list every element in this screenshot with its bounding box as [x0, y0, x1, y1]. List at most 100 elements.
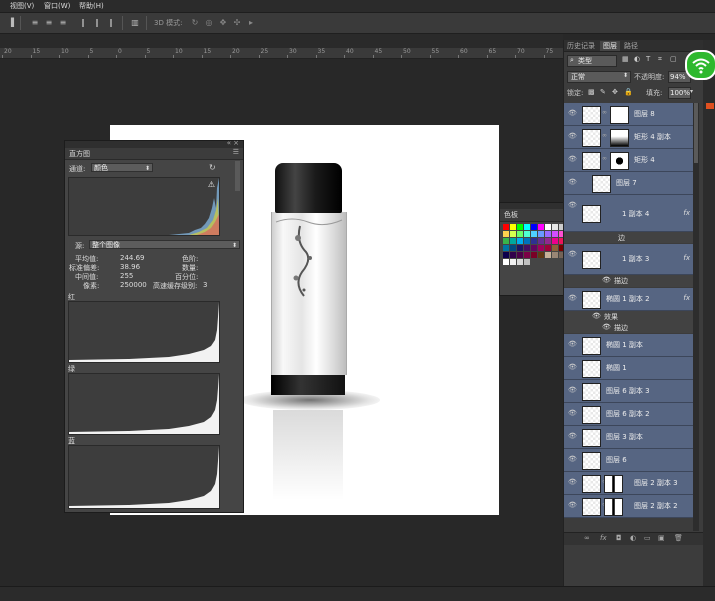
layer-row[interactable]: 👁 图层 7: [564, 172, 694, 195]
tab-histogram[interactable]: 直方图: [69, 149, 90, 159]
color-swatch[interactable]: [531, 231, 537, 237]
color-swatch[interactable]: [531, 245, 537, 251]
layer-row[interactable]: 👁 ∞ 矩形 4: [564, 149, 694, 172]
tab-history[interactable]: 历史记录: [567, 41, 595, 51]
eye-icon[interactable]: 👁: [602, 276, 611, 284]
folder-icon[interactable]: ▭: [644, 534, 651, 542]
eye-icon[interactable]: 👁: [568, 455, 577, 463]
layer-fx-icon[interactable]: fx: [683, 254, 690, 262]
align-icon[interactable]: ▐: [6, 18, 16, 27]
layer-row[interactable]: 👁 ∞ 图层 2 副本 3: [564, 472, 694, 495]
color-swatch[interactable]: [552, 245, 558, 251]
layer-row[interactable]: 👁 图层 3 副本: [564, 426, 694, 449]
color-swatch[interactable]: [503, 238, 509, 244]
eye-icon[interactable]: 👁: [568, 478, 577, 486]
lock-brush-icon[interactable]: ✎: [600, 88, 606, 96]
fill-input[interactable]: 100%: [668, 87, 691, 99]
color-swatch[interactable]: [524, 238, 530, 244]
color-swatch[interactable]: [517, 238, 523, 244]
color-swatch[interactable]: [524, 231, 530, 237]
blend-mode-select[interactable]: 正常 ⬍: [567, 71, 631, 83]
color-swatch[interactable]: [538, 231, 544, 237]
layer-fx-icon[interactable]: fx: [683, 209, 690, 217]
distribute-left-icon[interactable]: ‖: [78, 18, 88, 27]
lock-all-icon[interactable]: 🔒: [624, 88, 633, 96]
color-swatch[interactable]: [538, 252, 544, 258]
color-swatch[interactable]: [517, 245, 523, 251]
layer-effect-row[interactable]: 边: [564, 232, 694, 243]
color-indicator[interactable]: [706, 103, 714, 109]
add-style-icon[interactable]: fx: [600, 534, 607, 542]
tab-swatches[interactable]: 色板: [504, 210, 518, 220]
eye-icon[interactable]: 👁: [602, 323, 611, 331]
3d-pan-icon[interactable]: ✥: [218, 18, 228, 27]
eye-icon[interactable]: 👁: [568, 294, 577, 302]
color-swatch[interactable]: [531, 224, 537, 230]
color-swatch[interactable]: [517, 259, 523, 265]
panel-grip[interactable]: « ×: [65, 139, 243, 148]
color-swatch[interactable]: [545, 231, 551, 237]
add-mask-icon[interactable]: ◘: [616, 534, 622, 542]
scrollbar-thumb[interactable]: [694, 103, 698, 163]
color-swatch[interactable]: [538, 245, 544, 251]
eye-icon[interactable]: 👁: [568, 250, 577, 258]
color-swatch[interactable]: [510, 238, 516, 244]
lock-transparent-icon[interactable]: ▩: [588, 88, 595, 96]
color-swatch[interactable]: [524, 245, 530, 251]
new-layer-icon[interactable]: ▣: [658, 534, 665, 542]
eye-icon[interactable]: 👁: [568, 501, 577, 509]
adjustment-icon[interactable]: ◐: [630, 534, 636, 542]
eye-icon[interactable]: 👁: [568, 201, 577, 209]
color-swatch[interactable]: [510, 259, 516, 265]
eye-icon[interactable]: 👁: [568, 340, 577, 348]
close-icon[interactable]: ×: [233, 139, 239, 147]
panel-menu-icon[interactable]: ☰: [233, 148, 239, 156]
color-swatch[interactable]: [545, 224, 551, 230]
layer-row[interactable]: 👁 图层 6 副本 3: [564, 380, 694, 403]
channel-select[interactable]: 颜色 ⬍: [91, 163, 153, 172]
3d-scale-icon[interactable]: ▸: [246, 18, 256, 27]
3d-roll-icon[interactable]: ◎: [204, 18, 214, 27]
tab-paths[interactable]: 路径: [624, 41, 638, 51]
menu-window[interactable]: 窗口(W): [44, 1, 70, 11]
layer-effect-row[interactable]: 👁 描边: [564, 322, 694, 333]
wifi-icon[interactable]: [685, 50, 715, 80]
layer-effect-row[interactable]: 👁 效果: [564, 311, 694, 322]
layer-fx-icon[interactable]: fx: [683, 294, 690, 302]
color-swatch[interactable]: [545, 252, 551, 258]
layer-row[interactable]: 👁 1 副本 4 fx: [564, 195, 694, 232]
eye-icon[interactable]: 👁: [568, 432, 577, 440]
filter-type-icon[interactable]: T: [646, 55, 650, 63]
color-swatch[interactable]: [552, 224, 558, 230]
color-swatch[interactable]: [503, 231, 509, 237]
color-swatch[interactable]: [538, 238, 544, 244]
layer-row[interactable]: 👁 图层 6 副本 2: [564, 403, 694, 426]
chevron-down-icon[interactable]: ▾: [690, 88, 693, 95]
eye-icon[interactable]: 👁: [568, 386, 577, 394]
3d-slide-icon[interactable]: ✣: [232, 18, 242, 27]
color-swatch[interactable]: [510, 231, 516, 237]
color-swatch[interactable]: [517, 224, 523, 230]
filter-type-select[interactable]: ⌕ 类型: [567, 55, 617, 67]
distribute-hcenter-icon[interactable]: ‖: [92, 18, 102, 27]
menu-help[interactable]: 帮助(H): [79, 1, 104, 11]
link-layers-icon[interactable]: ∞: [584, 534, 590, 542]
layer-row[interactable]: 👁 椭圆 1 副本: [564, 334, 694, 357]
color-swatch[interactable]: [552, 231, 558, 237]
auto-align-icon[interactable]: ▥: [130, 18, 140, 27]
layer-row[interactable]: 👁 图层 6: [564, 449, 694, 472]
color-swatch[interactable]: [552, 238, 558, 244]
distribute-bottom-icon[interactable]: ≡: [58, 18, 68, 27]
eye-icon[interactable]: 👁: [568, 363, 577, 371]
color-swatch[interactable]: [545, 238, 551, 244]
layer-row[interactable]: 👁 ∞ 图层 8: [564, 103, 694, 126]
eye-icon[interactable]: 👁: [568, 132, 577, 140]
color-swatch[interactable]: [552, 252, 558, 258]
eye-icon[interactable]: 👁: [592, 312, 601, 320]
color-swatch[interactable]: [503, 259, 509, 265]
layer-row[interactable]: 👁 椭圆 1: [564, 357, 694, 380]
distribute-vcenter-icon[interactable]: ≡: [44, 18, 54, 27]
color-swatch[interactable]: [524, 224, 530, 230]
distribute-right-icon[interactable]: ‖: [106, 18, 116, 27]
color-swatch[interactable]: [510, 224, 516, 230]
